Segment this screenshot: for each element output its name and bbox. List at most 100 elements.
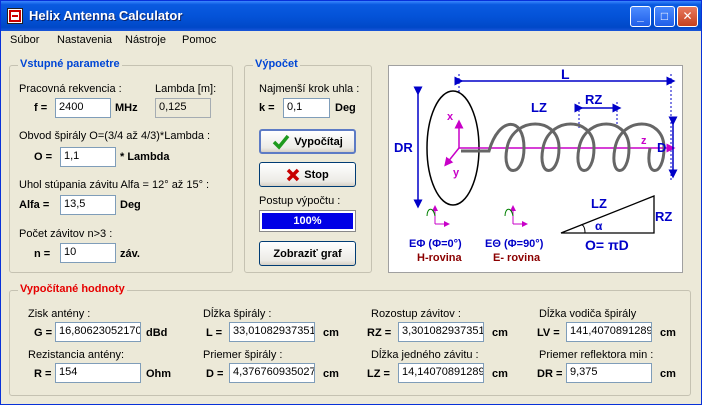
title-bar[interactable]: Helix Antenna Calculator _ □ ✕ <box>1 1 701 31</box>
spiral-length-field: 33,01082937351 <box>229 322 315 342</box>
helix-antenna-diagram: L RZ LZ DR x y z D EΦ (Φ=0°) EΘ (Φ=90°) … <box>388 65 683 273</box>
dr-symbol: DR = <box>537 368 563 380</box>
triangle-rz-label: RZ <box>655 209 672 224</box>
g-symbol: G = <box>34 327 53 339</box>
turns-unit: záv. <box>120 248 140 260</box>
reflector-field: 9,375 <box>566 363 652 383</box>
alfa-symbol: Alfa = <box>19 199 50 211</box>
k-symbol: k = <box>259 102 275 114</box>
maximize-button[interactable]: □ <box>654 6 675 27</box>
l-symbol: L = <box>206 327 223 339</box>
wire-length-unit: cm <box>660 327 676 339</box>
progress-label: Postup výpočtu : <box>259 195 341 207</box>
calculate-button[interactable]: Vypočítaj <box>259 129 356 154</box>
lambda-field: 0,125 <box>155 98 211 118</box>
gain-field: 16,80623052170 <box>55 322 141 342</box>
turn-length-label: Dĺžka jedného závitu : <box>371 349 479 361</box>
lambda-label: Lambda [m]: <box>155 83 217 95</box>
resistance-field: 154 <box>55 363 141 383</box>
resistance-label: Rezistancia antény: <box>28 349 124 361</box>
f-symbol: f = <box>34 102 48 114</box>
input-group-title: Vstupné parametre <box>18 58 122 70</box>
diameter-label: Priemer špirály : <box>203 349 283 361</box>
stop-x-icon <box>287 168 300 181</box>
minimize-button[interactable]: _ <box>630 6 651 27</box>
menu-settings[interactable]: Nastavenia <box>57 34 112 46</box>
r-symbol: R = <box>34 368 52 380</box>
spiral-length-unit: cm <box>323 327 339 339</box>
step-label: Najmenší krok uhla : <box>259 83 360 95</box>
spiral-length-label: Dĺžka špirály : <box>203 308 272 320</box>
z-axis-label: z <box>641 135 647 147</box>
lv-symbol: LV = <box>537 327 560 339</box>
diameter-unit: cm <box>323 368 339 380</box>
resistance-unit: Ohm <box>146 368 172 380</box>
alfa-unit: Deg <box>120 199 141 211</box>
e-phi-label: EΦ (Φ=0°) <box>409 238 462 250</box>
n-symbol: n = <box>34 248 51 260</box>
pitch-triangle <box>560 195 655 234</box>
circumference-unit: * Lambda <box>120 151 170 163</box>
y-axis-label: y <box>453 167 460 179</box>
diameter-field: 4,376760935027 <box>229 363 315 383</box>
menu-file[interactable]: Súbor <box>10 34 39 46</box>
spacing-field: 3,301082937351 <box>398 322 484 342</box>
alfa-input[interactable]: 13,5 <box>60 195 116 215</box>
step-unit: Deg <box>335 102 356 114</box>
turns-label: Počet závitov n>3 : <box>19 228 113 240</box>
reflector-label: Priemer reflektora min : <box>539 349 654 361</box>
gain-label: Zisk antény : <box>28 308 91 320</box>
circumference-input[interactable]: 1,1 <box>60 147 116 167</box>
lz-symbol: LZ = <box>367 368 390 380</box>
turn-length-field: 14,14070891289 <box>398 363 484 383</box>
show-graph-button-label: Zobraziť graf <box>273 247 342 260</box>
input-parameters-group: Vstupné parametre <box>9 58 233 273</box>
calculate-button-label: Vypočítaj <box>294 135 343 148</box>
circumference-label: Obvod špirály O=(3/4 až 4/3)*Lambda : <box>19 130 211 142</box>
frequency-input[interactable]: 2400 <box>55 98 111 118</box>
dr-label: DR <box>394 140 413 155</box>
alpha-label: α <box>595 219 603 233</box>
pitch-angle-label: Uhol stúpania závitu Alfa = 12° až 15° : <box>19 179 210 191</box>
progress-fill: 100% <box>262 213 353 229</box>
checkmark-icon <box>273 134 290 150</box>
o-symbol: O = <box>34 151 53 163</box>
d-symbol: D = <box>206 368 224 380</box>
diagram-svg: L RZ LZ DR x y z D EΦ (Φ=0°) EΘ (Φ=90°) … <box>394 66 678 264</box>
results-group-title: Vypočítané hodnoty <box>18 283 127 295</box>
x-axis-label: x <box>447 111 454 123</box>
wire-length-label: Dĺžka vodiča špirály <box>539 308 637 320</box>
menu-tools[interactable]: Nástroje <box>125 34 166 46</box>
stop-button[interactable]: Stop <box>259 162 356 187</box>
stop-button-label: Stop <box>304 168 329 181</box>
step-input[interactable]: 0,1 <box>283 98 330 118</box>
turns-input[interactable]: 10 <box>60 243 116 263</box>
wire-length-field: 141,4070891289 <box>566 322 652 342</box>
show-graph-button[interactable]: Zobraziť graf <box>259 241 356 266</box>
e-plane-label: E- rovina <box>493 252 541 264</box>
turn-length-unit: cm <box>492 368 508 380</box>
app-icon[interactable] <box>7 8 23 24</box>
window-title: Helix Antenna Calculator <box>29 8 183 23</box>
d-label: D <box>657 140 666 155</box>
rz-label: RZ <box>585 92 602 107</box>
spacing-unit: cm <box>492 327 508 339</box>
close-button[interactable]: ✕ <box>677 6 698 27</box>
h-plane-label: H-rovina <box>417 252 463 264</box>
reflector-unit: cm <box>660 368 676 380</box>
lz-label: LZ <box>531 100 547 115</box>
frequency-label: Pracovná rekvencia : <box>19 83 122 95</box>
rz-symbol: RZ = <box>367 327 392 339</box>
frequency-unit: MHz <box>115 102 138 114</box>
spacing-label: Rozostup závitov : <box>371 308 461 320</box>
e-theta-label: EΘ (Φ=90°) <box>485 238 544 250</box>
app-window: Helix Antenna Calculator _ □ ✕ Súbor Nas… <box>0 0 702 405</box>
menu-help[interactable]: Pomoc <box>182 34 216 46</box>
progress-bar: 100% <box>259 210 356 232</box>
circumference-formula: O= πD <box>585 237 629 253</box>
menu-bar: Súbor Nastavenia Nástroje Pomoc <box>1 31 701 51</box>
l-label: L <box>561 66 570 82</box>
calc-group-title: Výpočet <box>253 58 300 70</box>
gain-unit: dBd <box>146 327 168 339</box>
triangle-lz-label: LZ <box>591 196 607 211</box>
